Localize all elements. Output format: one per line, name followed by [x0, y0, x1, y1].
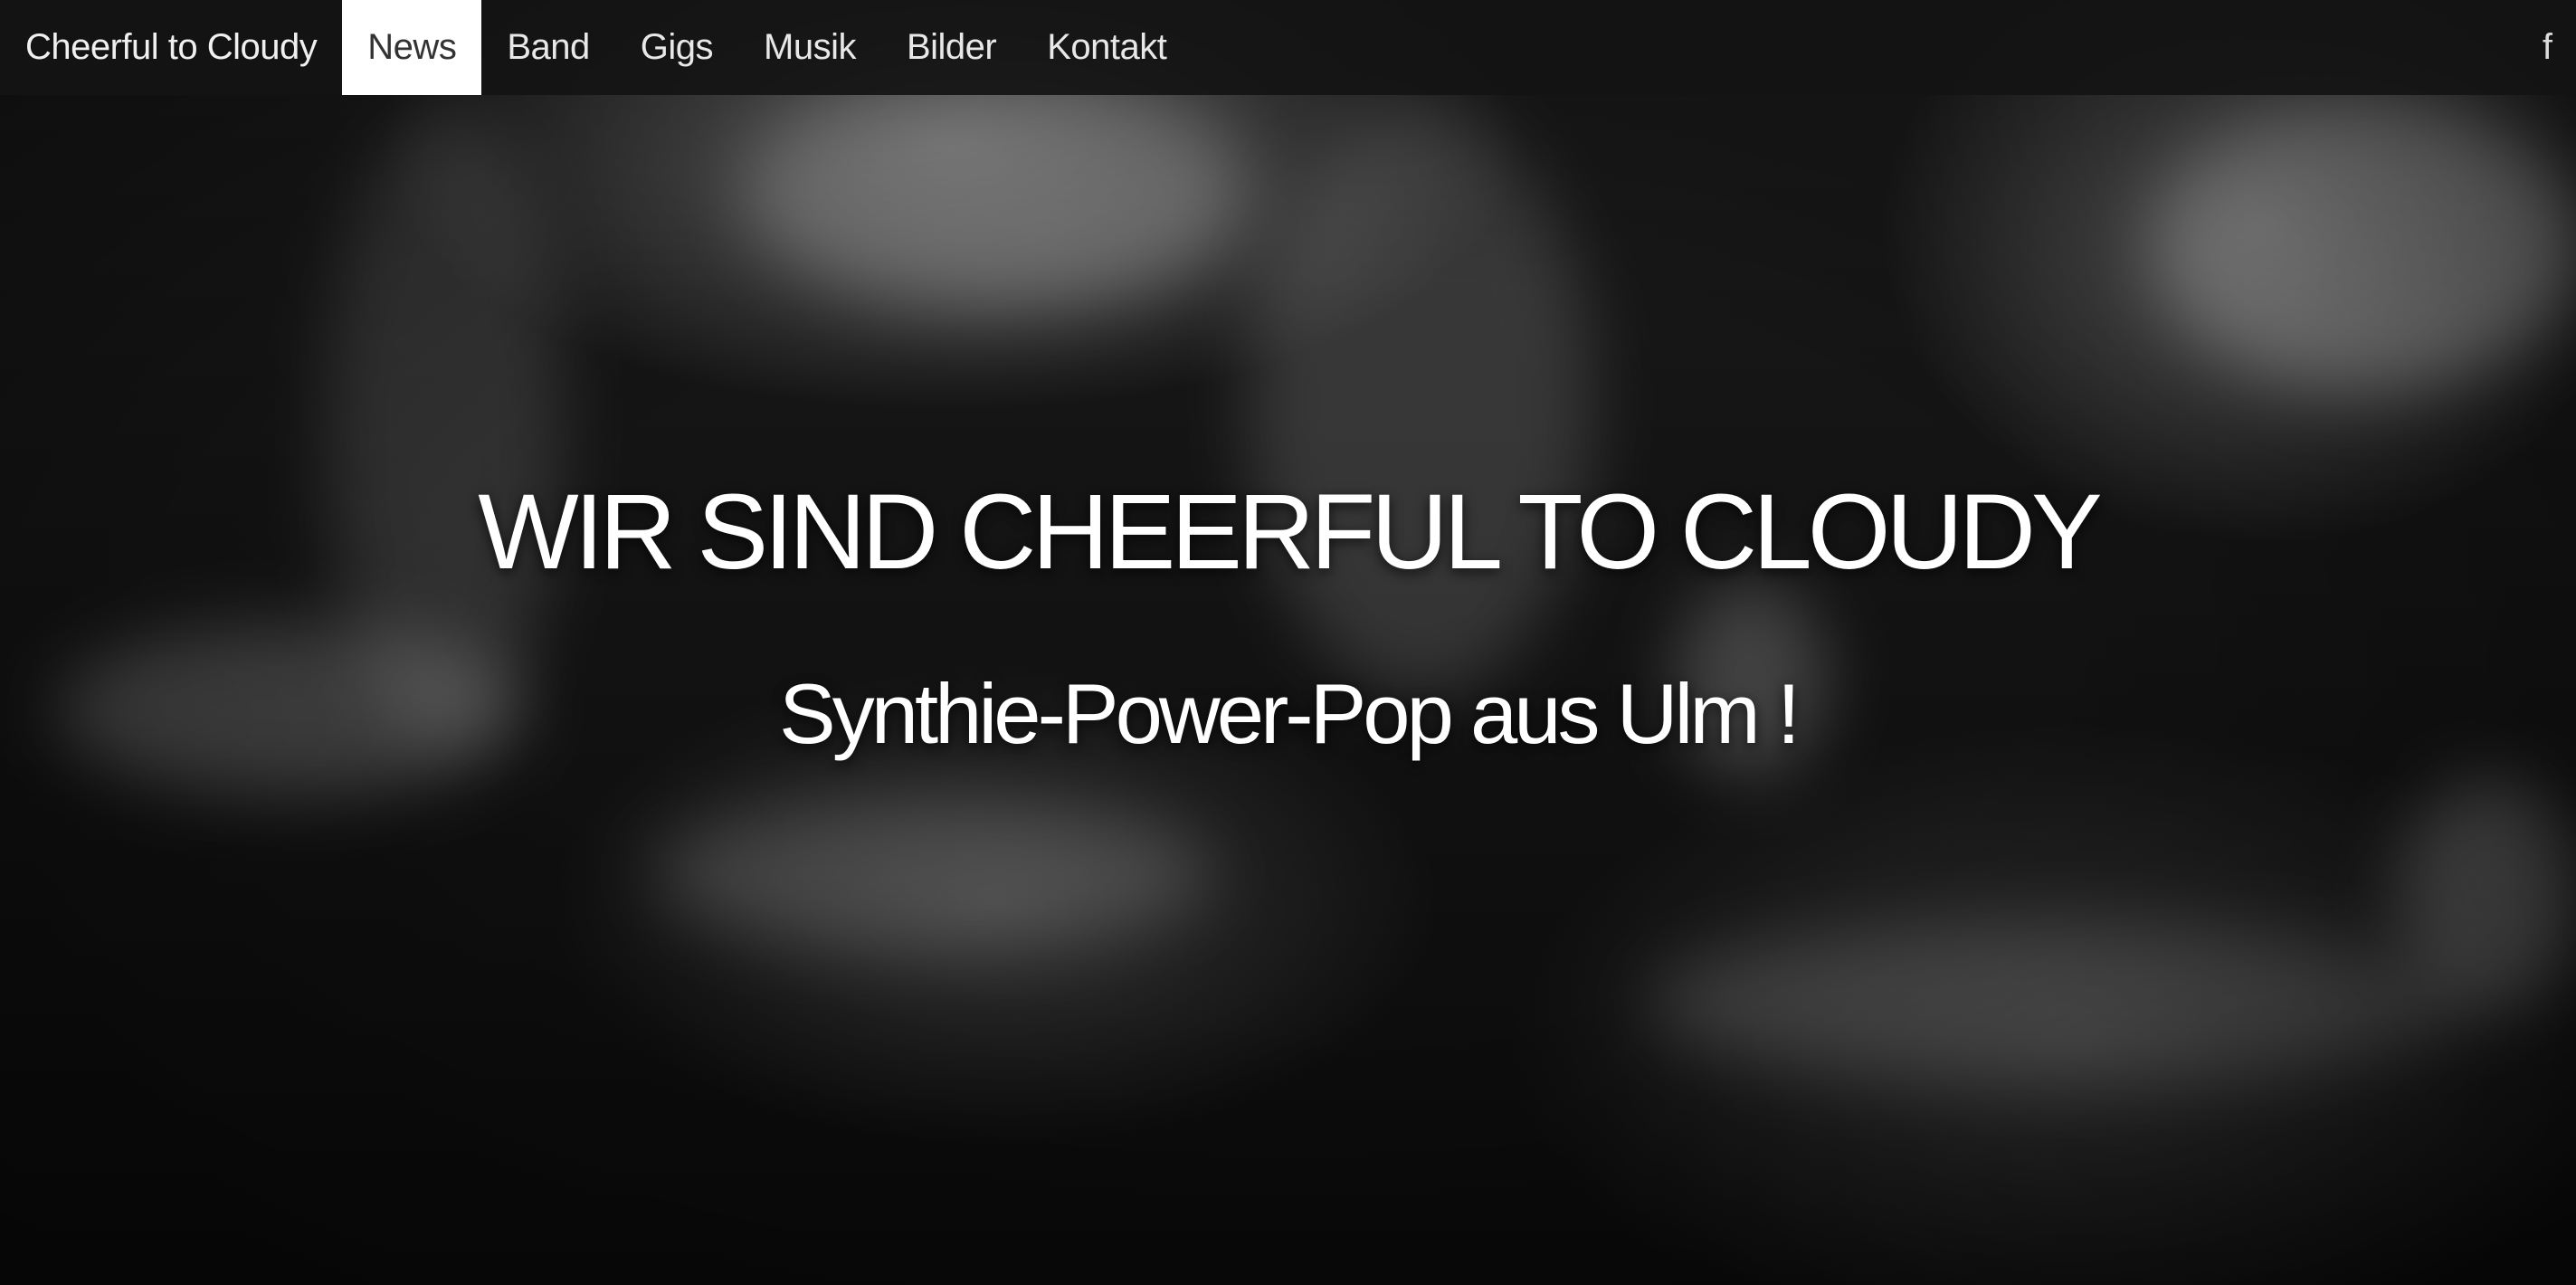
hero-subtitle: Synthie-Power-Pop aus Ulm !: [779, 666, 1801, 761]
facebook-icon[interactable]: f: [2519, 0, 2576, 95]
brand-link[interactable]: Cheerful to Cloudy: [0, 0, 342, 95]
nav-item-kontakt[interactable]: Kontakt: [1022, 0, 1192, 95]
nav-item-band[interactable]: Band: [481, 0, 614, 95]
nav-item-bilder[interactable]: Bilder: [881, 0, 1022, 95]
nav-menu: News Band Gigs Musik Bilder Kontakt: [342, 0, 1192, 95]
nav-item-news[interactable]: News: [342, 0, 482, 95]
hero-background-image: [0, 0, 2576, 1285]
nav-item-musik[interactable]: Musik: [738, 0, 881, 95]
top-navbar: Cheerful to Cloudy News Band Gigs Musik …: [0, 0, 2576, 95]
hero-title: WIR SIND CHEERFUL TO CLOUDY: [478, 472, 2102, 592]
nav-item-gigs[interactable]: Gigs: [615, 0, 738, 95]
